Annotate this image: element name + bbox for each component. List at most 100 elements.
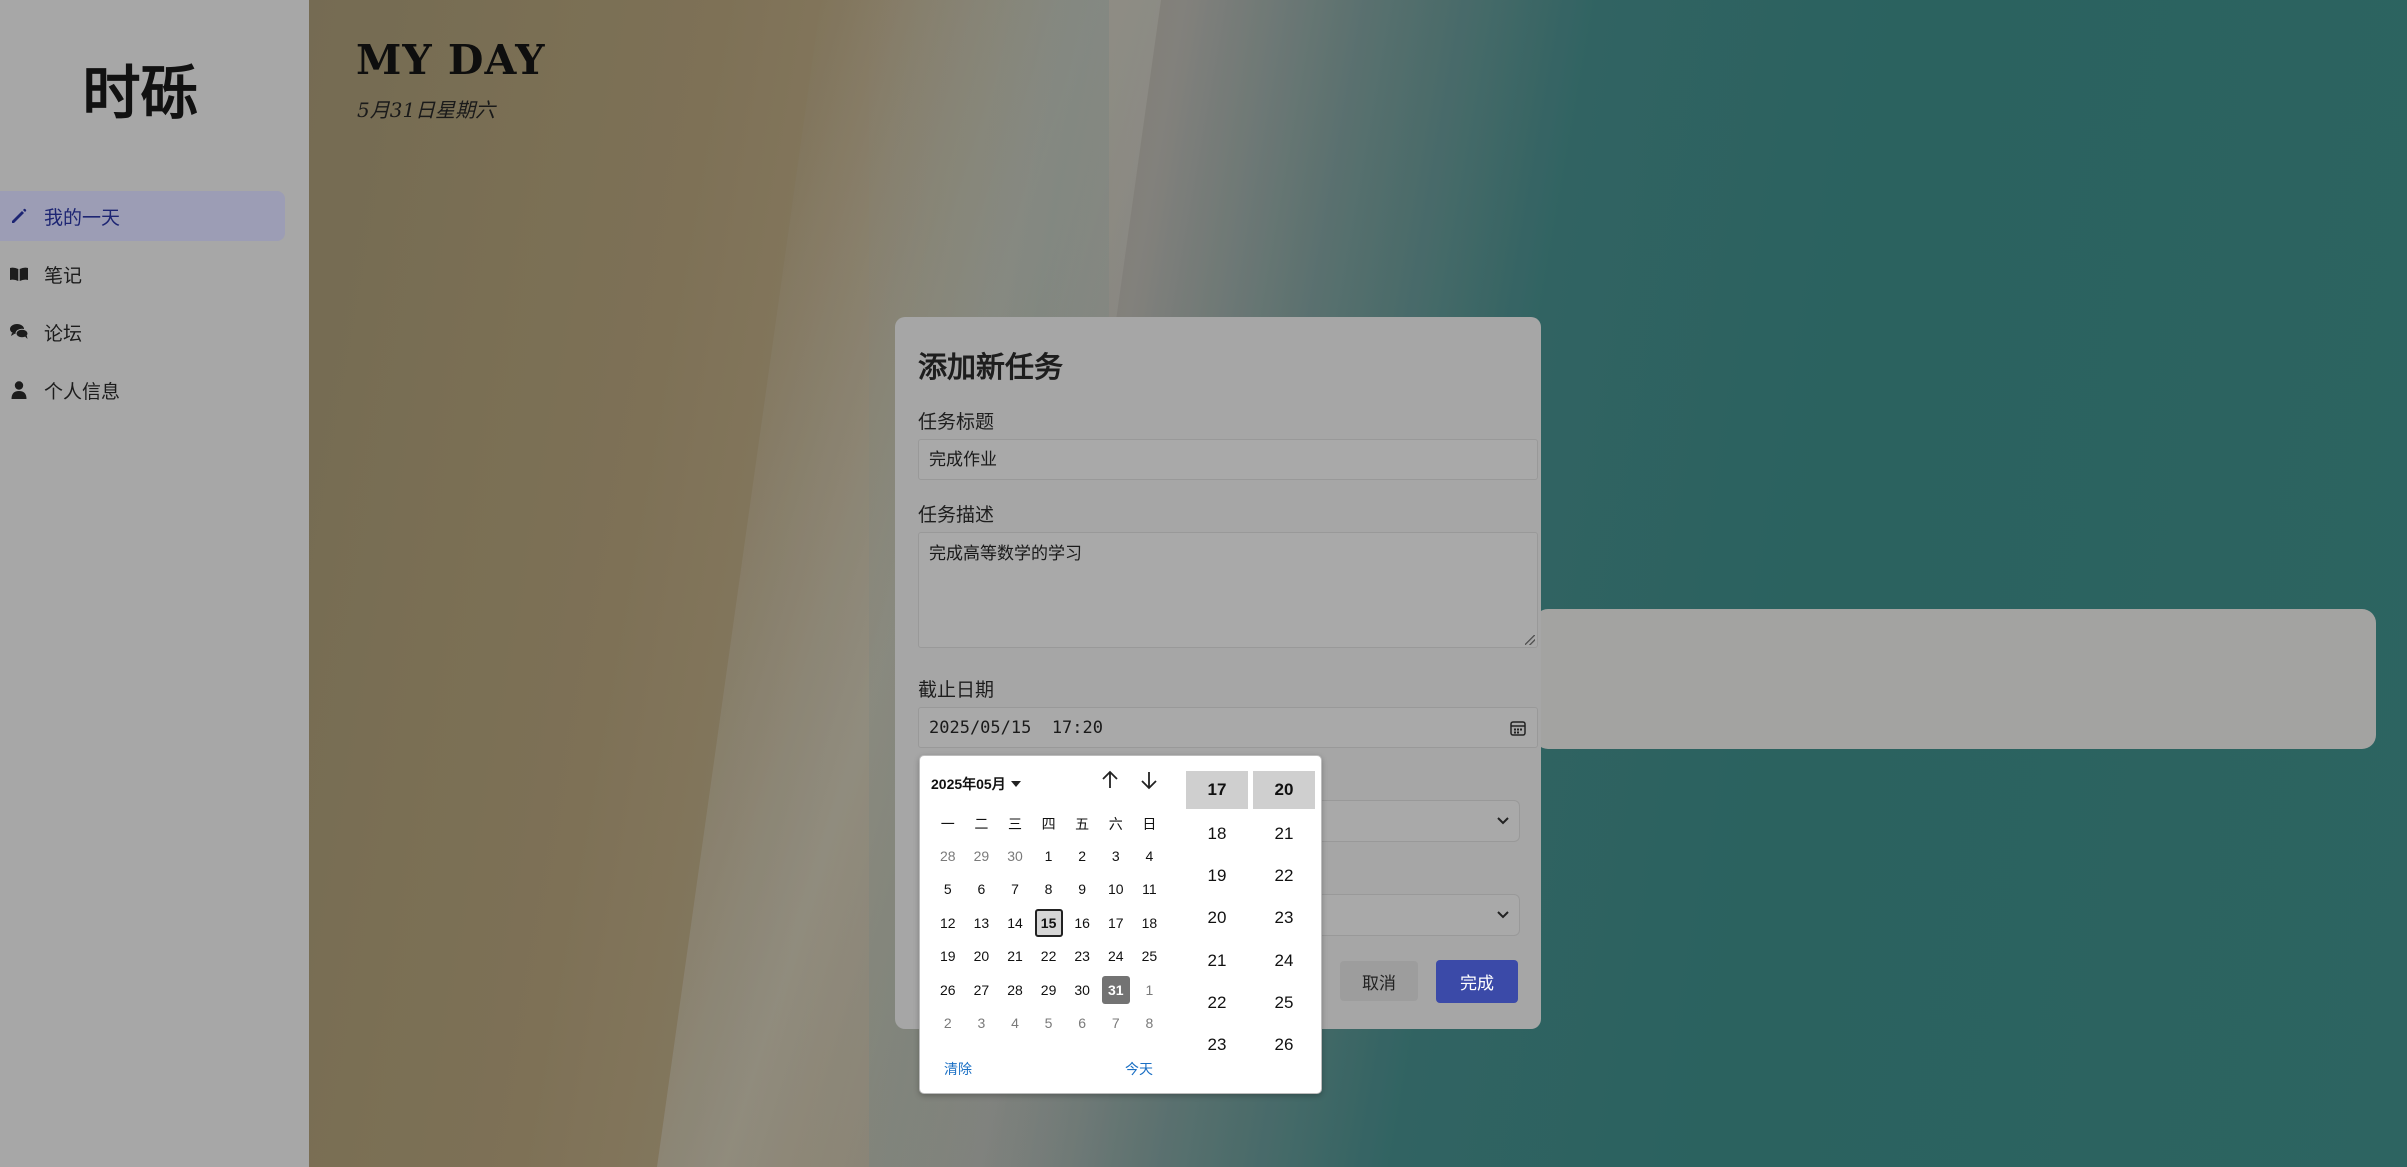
weekday-label: 四 <box>1041 816 1056 832</box>
calendar-day[interactable]: 5 <box>1035 1009 1063 1037</box>
calendar-day[interactable]: 28 <box>1001 976 1029 1004</box>
calendar-day[interactable]: 21 <box>1001 942 1029 970</box>
calendar-day[interactable]: 20 <box>967 942 995 970</box>
calendar-icon[interactable] <box>1509 719 1527 737</box>
minute-option[interactable]: 26 <box>1253 1024 1315 1066</box>
calendar-day-selected[interactable]: 15 <box>1034 908 1063 937</box>
task-card[interactable] <box>1534 609 2376 749</box>
weekday-label: 三 <box>1007 816 1022 832</box>
resize-handle[interactable] <box>1525 635 1535 645</box>
calendar-day[interactable]: 23 <box>1068 942 1096 970</box>
sidebar-item-profile[interactable]: 个人信息 <box>0 365 285 415</box>
minute-option-selected[interactable]: 20 <box>1253 771 1315 809</box>
calendar-day[interactable]: 16 <box>1068 909 1096 937</box>
weekday-label: 二 <box>974 816 989 832</box>
arrow-up-icon[interactable] <box>1098 768 1122 792</box>
deadline-label: 截止日期 <box>918 679 995 701</box>
calendar-day[interactable]: 6 <box>967 875 995 903</box>
minute-option[interactable]: 23 <box>1253 897 1315 939</box>
calendar-day[interactable]: 18 <box>1135 909 1163 937</box>
caret-down-icon <box>1010 781 1021 787</box>
calendar-day[interactable]: 1 <box>1135 976 1163 1004</box>
weekday-label: 日 <box>1142 816 1157 832</box>
app-logo: 时砾 <box>82 59 199 127</box>
calendar-day[interactable]: 4 <box>1135 842 1163 870</box>
minute-option[interactable]: 25 <box>1253 982 1315 1024</box>
calendar-day[interactable]: 14 <box>1001 909 1029 937</box>
cancel-button[interactable]: 取消 <box>1340 961 1418 1001</box>
task-title-value: 完成作业 <box>929 450 997 470</box>
calendar-grid: 28 29 30 1 2 3 4 5 6 7 8 9 10 11 12 13 1… <box>931 839 1171 1040</box>
book-icon <box>8 263 30 285</box>
calendar-day[interactable]: 9 <box>1068 875 1096 903</box>
pencil-icon <box>8 205 30 227</box>
calendar-day[interactable]: 29 <box>967 842 995 870</box>
weekday-header: 一 二 三 四 五 六 日 <box>931 814 1166 834</box>
calendar-day[interactable]: 11 <box>1135 875 1163 903</box>
sidebar-item-label: 我的一天 <box>44 206 121 229</box>
hour-option[interactable]: 20 <box>1186 897 1248 939</box>
deadline-input[interactable]: 2025/05/15 17:20 <box>918 707 1538 748</box>
calendar-day[interactable]: 17 <box>1102 909 1130 937</box>
calendar-day[interactable]: 12 <box>934 909 962 937</box>
sidebar-item-my-day[interactable]: 我的一天 <box>0 191 285 241</box>
calendar-day[interactable]: 7 <box>1102 1009 1130 1037</box>
priority-select[interactable] <box>1290 800 1520 842</box>
user-icon <box>8 379 30 401</box>
task-title-input[interactable]: 完成作业 <box>918 439 1538 480</box>
hour-option[interactable]: 21 <box>1186 940 1248 982</box>
hour-option-selected[interactable]: 17 <box>1186 771 1248 809</box>
calendar-day[interactable]: 28 <box>934 842 962 870</box>
calendar-day[interactable]: 10 <box>1102 875 1130 903</box>
sidebar-item-label: 笔记 <box>44 264 83 287</box>
sidebar-item-notes[interactable]: 笔记 <box>0 249 285 299</box>
calendar-week: 28 29 30 1 2 3 4 <box>931 839 1171 873</box>
calendar-day[interactable]: 8 <box>1135 1009 1163 1037</box>
hour-option[interactable]: 19 <box>1186 855 1248 897</box>
calendar-day[interactable]: 2 <box>1068 842 1096 870</box>
minute-option[interactable]: 22 <box>1253 855 1315 897</box>
task-title-label: 任务标题 <box>918 411 995 433</box>
calendar-week: 2 3 4 5 6 7 8 <box>931 1007 1171 1041</box>
calendar-day[interactable]: 24 <box>1102 942 1130 970</box>
calendar-day[interactable]: 3 <box>967 1009 995 1037</box>
calendar-day[interactable]: 30 <box>1001 842 1029 870</box>
calendar-day[interactable]: 7 <box>1001 875 1029 903</box>
calendar-day[interactable]: 1 <box>1035 842 1063 870</box>
calendar-day[interactable]: 19 <box>934 942 962 970</box>
page-date: 5月31日星期六 <box>357 98 496 122</box>
hour-option[interactable]: 23 <box>1186 1024 1248 1066</box>
calendar-day[interactable]: 8 <box>1035 875 1063 903</box>
clear-button[interactable]: 清除 <box>944 1059 972 1079</box>
minute-option[interactable]: 24 <box>1253 940 1315 982</box>
arrow-down-icon[interactable] <box>1137 768 1161 792</box>
today-button[interactable]: 今天 <box>1125 1059 1153 1079</box>
calendar-day[interactable]: 25 <box>1135 942 1163 970</box>
calendar-day[interactable]: 22 <box>1035 942 1063 970</box>
calendar-day[interactable]: 3 <box>1102 842 1130 870</box>
month-select[interactable]: 2025年05月 <box>931 774 1021 794</box>
calendar-day[interactable]: 5 <box>934 875 962 903</box>
task-desc-label: 任务描述 <box>918 504 995 526</box>
sidebar-item-forum[interactable]: 论坛 <box>0 307 285 357</box>
calendar-day[interactable]: 30 <box>1068 976 1096 1004</box>
done-button[interactable]: 完成 <box>1436 960 1518 1003</box>
calendar-day[interactable]: 6 <box>1068 1009 1096 1037</box>
hour-option[interactable]: 22 <box>1186 982 1248 1024</box>
page-title: MY DAY <box>356 36 546 84</box>
sidebar-item-label: 个人信息 <box>44 380 121 403</box>
task-desc-textarea[interactable]: 完成高等数学的学习 <box>918 532 1538 648</box>
calendar-day[interactable]: 4 <box>1001 1009 1029 1037</box>
minute-option[interactable]: 21 <box>1253 813 1315 855</box>
calendar-day[interactable]: 13 <box>967 909 995 937</box>
calendar-week: 12 13 14 15 16 17 18 <box>931 906 1171 940</box>
datetime-picker: 2025年05月 一 二 三 四 五 六 日 28 29 30 1 2 3 4 … <box>919 755 1322 1094</box>
calendar-day[interactable]: 2 <box>934 1009 962 1037</box>
calendar-day[interactable]: 29 <box>1035 976 1063 1004</box>
hour-option[interactable]: 18 <box>1186 813 1248 855</box>
calendar-day[interactable]: 27 <box>967 976 995 1004</box>
category-select[interactable] <box>1290 894 1520 936</box>
calendar-day-today[interactable]: 31 <box>1101 975 1130 1004</box>
calendar-week: 19 20 21 22 23 24 25 <box>931 940 1171 974</box>
calendar-day[interactable]: 26 <box>934 976 962 1004</box>
